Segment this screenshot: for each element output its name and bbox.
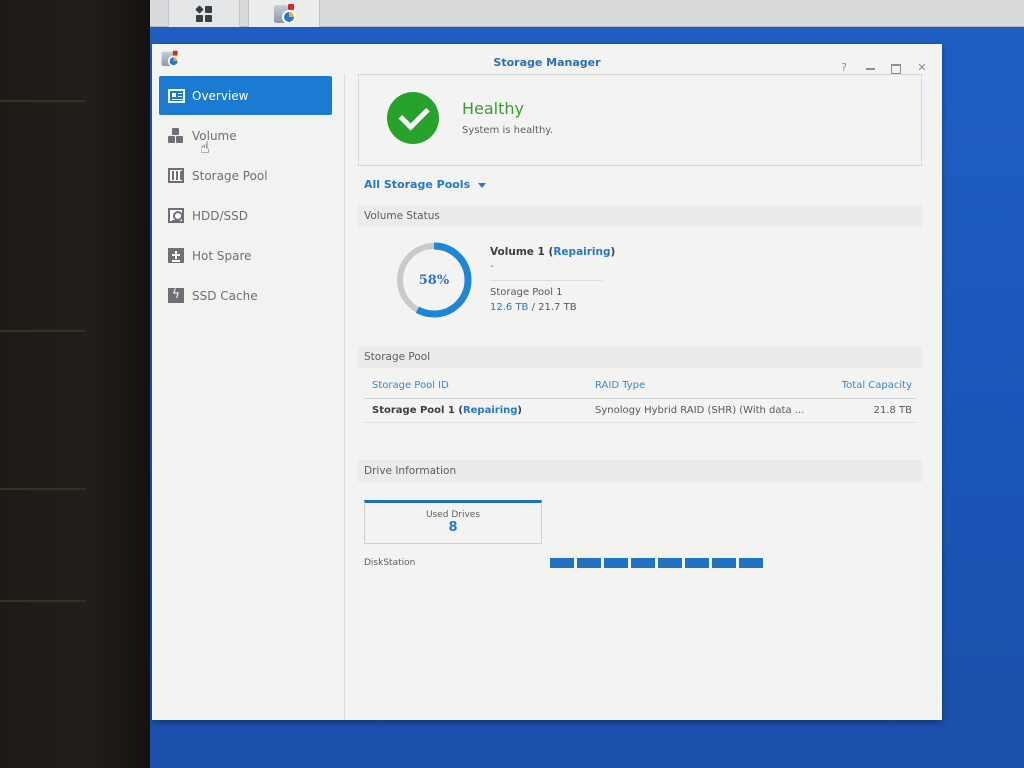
drive-slot[interactable]	[685, 558, 709, 568]
divider	[490, 280, 602, 281]
storage-manager-taskbar-button[interactable]	[248, 0, 320, 27]
sidebar-item-label: Storage Pool	[192, 168, 268, 183]
total-capacity: 21.7 TB	[538, 302, 577, 313]
close-icon[interactable]: ✕	[916, 62, 928, 74]
dropdown-value: All Storage Pools	[364, 178, 471, 191]
drive-slot[interactable]	[550, 558, 574, 568]
taskbar	[150, 0, 1024, 27]
volume-status-heading: Volume Status	[358, 205, 922, 227]
sidebar-item-label: Hot Spare	[192, 248, 252, 263]
volume-capacity: 12.6 TB / 21.7 TB	[490, 302, 577, 313]
sidebar-item-label: Overview	[192, 88, 249, 103]
maximize-icon[interactable]	[890, 62, 902, 74]
sidebar: Overview Volume Storage Pool HDD/SSD Hot…	[152, 74, 345, 720]
grid-icon	[195, 4, 212, 22]
checkmark-icon	[387, 92, 439, 144]
capacity-cell: 21.8 TB	[873, 405, 912, 416]
background-shelf	[0, 600, 85, 602]
usage-percent: 58%	[418, 272, 450, 288]
volume-name[interactable]: Volume 1 (Repairing)	[490, 246, 615, 258]
device-name: DiskStation	[364, 558, 416, 568]
sidebar-item-overview[interactable]: Overview	[159, 76, 332, 115]
divider	[364, 398, 916, 399]
volume-icon	[167, 127, 185, 145]
drive-slot[interactable]	[631, 558, 655, 568]
drive-slot[interactable]	[658, 558, 682, 568]
drive-slot[interactable]	[604, 558, 628, 568]
storage-pool-dropdown[interactable]: All Storage Pools	[364, 178, 487, 191]
sidebar-item-label: HDD/SSD	[192, 208, 249, 223]
main-menu-button[interactable]	[168, 0, 240, 27]
drive-information-heading: Drive Information	[358, 460, 922, 482]
storage-pool-heading: Storage Pool	[358, 346, 922, 368]
health-card: Healthy System is healthy.	[358, 74, 922, 166]
drive-slot[interactable]	[712, 558, 736, 568]
sidebar-item-ssd-cache[interactable]: SSD Cache	[159, 276, 332, 315]
background-shelf	[0, 100, 85, 102]
storage-pool-icon	[167, 167, 185, 185]
monitor-bezel	[0, 0, 150, 768]
minimize-icon[interactable]	[864, 62, 876, 74]
volume-state: Repairing	[553, 246, 611, 258]
used-drives-count: 8	[448, 520, 458, 535]
volume-description: -	[490, 261, 494, 272]
sidebar-item-volume[interactable]: Volume	[159, 116, 332, 155]
ssd-cache-icon	[167, 287, 185, 305]
used-drives-label: Used Drives	[425, 510, 481, 520]
volume-pool: Storage Pool 1	[490, 287, 563, 298]
window-title: Storage Manager	[493, 56, 601, 69]
used-capacity: 12.6 TB	[490, 302, 529, 313]
background-shelf	[0, 330, 85, 332]
raid-type-cell: Synology Hybrid RAID (SHR) (With data ..…	[595, 405, 805, 416]
used-drives-card: Used Drives 8	[364, 500, 542, 544]
hand-cursor-icon: ☝	[200, 138, 210, 157]
divider	[364, 422, 916, 423]
sidebar-item-hdd-ssd[interactable]: HDD/SSD	[159, 196, 332, 235]
background-shelf	[0, 488, 85, 490]
sidebar-item-storage-pool[interactable]: Storage Pool	[159, 156, 332, 195]
column-header-pool-id[interactable]: Storage Pool ID	[372, 380, 449, 391]
hot-spare-icon	[167, 247, 185, 265]
storage-manager-app-icon	[272, 3, 296, 25]
drive-slot[interactable]	[577, 558, 601, 568]
sidebar-item-hot-spare[interactable]: Hot Spare	[159, 236, 332, 275]
drive-slot[interactable]	[739, 558, 763, 568]
pool-id-cell: Storage Pool 1 (Repairing)	[372, 405, 522, 416]
storage-manager-window: Storage Manager ? ✕ Overview Volume Stor…	[152, 44, 942, 720]
sidebar-item-label: Volume	[192, 128, 237, 143]
help-icon[interactable]: ?	[838, 62, 850, 74]
drive-slots	[550, 558, 763, 568]
window-titlebar[interactable]: Storage Manager ? ✕	[152, 44, 942, 74]
sidebar-item-label: SSD Cache	[192, 288, 258, 303]
chevron-down-icon	[478, 182, 487, 188]
overview-icon	[167, 87, 185, 105]
volume-usage-donut: 58%	[394, 240, 474, 320]
health-status: Healthy	[462, 99, 525, 118]
column-header-raid-type[interactable]: RAID Type	[595, 380, 645, 391]
hdd-icon	[167, 207, 185, 225]
column-header-total-capacity[interactable]: Total Capacity	[842, 380, 912, 391]
health-message: System is healthy.	[462, 125, 553, 136]
